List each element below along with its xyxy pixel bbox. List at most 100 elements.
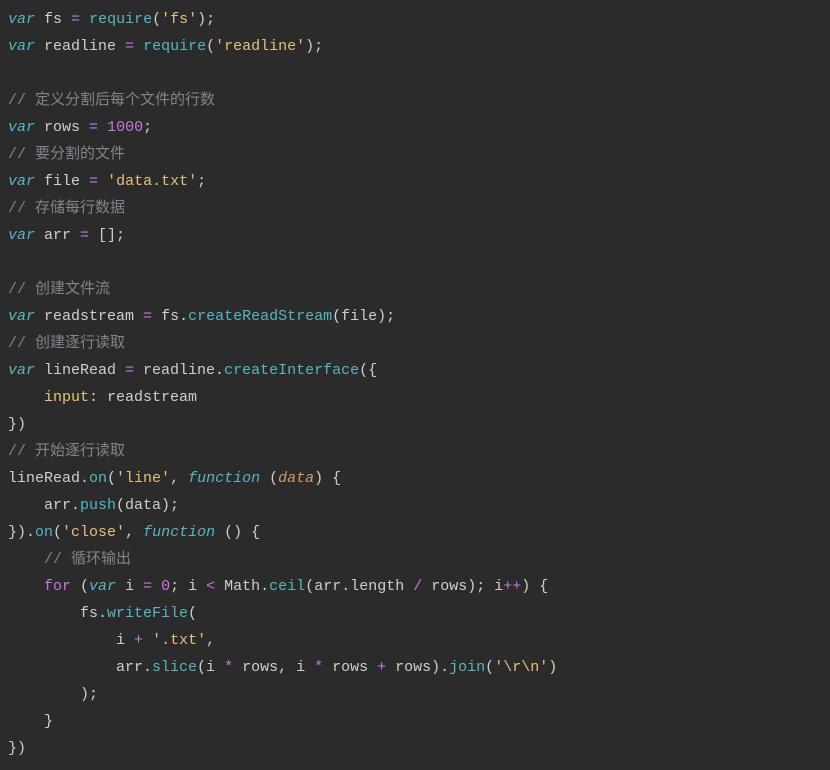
- code-line: );: [8, 686, 98, 703]
- code-line: fs.writeFile(: [8, 605, 197, 622]
- code-token: createReadStream: [188, 308, 332, 325]
- code-token: ,: [206, 632, 215, 649]
- code-token: readstream: [35, 308, 143, 325]
- code-token: rows: [35, 119, 89, 136]
- code-token: (: [206, 38, 215, 55]
- code-token: fs.: [8, 605, 107, 622]
- code-token: (data);: [116, 497, 179, 514]
- code-token: [152, 578, 161, 595]
- code-token: rows, i: [233, 659, 314, 676]
- code-token: );: [305, 38, 323, 55]
- code-token: var: [89, 578, 116, 595]
- code-line: var rows = 1000;: [8, 119, 152, 136]
- code-token: 'line': [116, 470, 170, 487]
- code-token: // 创建文件流: [8, 281, 110, 298]
- code-token: }: [8, 713, 53, 730]
- code-line: var file = 'data.txt';: [8, 173, 206, 190]
- code-token: (: [107, 470, 116, 487]
- code-token: [98, 119, 107, 136]
- code-token: writeFile: [107, 605, 188, 622]
- code-token: var: [8, 227, 35, 244]
- code-token: ;: [197, 173, 206, 190]
- code-token: ;: [143, 119, 152, 136]
- code-line: i + '.txt',: [8, 632, 215, 649]
- code-token: input: [44, 389, 89, 406]
- code-line: }: [8, 713, 53, 730]
- code-line: arr.push(data);: [8, 497, 179, 514]
- code-token: // 开始逐行读取: [8, 443, 125, 460]
- code-token: =: [125, 362, 134, 379]
- code-token: (: [53, 524, 62, 541]
- code-token: readline.: [134, 362, 224, 379]
- code-token: rows); i: [422, 578, 503, 595]
- code-line: // 创建逐行读取: [8, 335, 125, 352]
- code-line: // 创建文件流: [8, 281, 110, 298]
- code-token: [];: [89, 227, 125, 244]
- code-token: i: [8, 632, 134, 649]
- code-line: for (var i = 0; i < Math.ceil(arr.length…: [8, 578, 548, 595]
- code-token: on: [89, 470, 107, 487]
- code-token: [80, 11, 89, 28]
- code-token: (i: [197, 659, 224, 676]
- code-token: *: [224, 659, 233, 676]
- code-token: arr.: [8, 659, 152, 676]
- code-token: =: [143, 578, 152, 595]
- code-token: require: [89, 11, 152, 28]
- code-token: '.txt': [152, 632, 206, 649]
- code-token: i: [116, 578, 143, 595]
- code-token: 'data.txt': [107, 173, 197, 190]
- code-editor[interactable]: var fs = require('fs'); var readline = r…: [0, 0, 830, 768]
- code-token: =: [89, 173, 98, 190]
- code-token: <: [206, 578, 215, 595]
- code-line: arr.slice(i * rows, i * rows + rows).joi…: [8, 659, 557, 676]
- code-token: }): [8, 740, 26, 757]
- code-token: for: [44, 578, 71, 595]
- code-token: fs.: [152, 308, 188, 325]
- code-token: arr: [35, 227, 80, 244]
- code-token: slice: [152, 659, 197, 676]
- code-line: // 循环输出: [8, 551, 131, 568]
- code-token: =: [125, 38, 134, 55]
- code-token: rows).: [386, 659, 449, 676]
- code-token: ++: [503, 578, 521, 595]
- code-token: 'close': [62, 524, 125, 541]
- code-token: push: [80, 497, 116, 514]
- code-line: }): [8, 740, 26, 757]
- code-token: [98, 173, 107, 190]
- code-line: // 定义分割后每个文件的行数: [8, 92, 215, 109]
- code-token: );: [197, 11, 215, 28]
- code-token: 'fs': [161, 11, 197, 28]
- code-token: (: [485, 659, 494, 676]
- code-token: // 循环输出: [44, 551, 131, 568]
- code-token: =: [80, 227, 89, 244]
- code-token: lineRead.: [8, 470, 89, 487]
- code-token: ) {: [314, 470, 341, 487]
- code-token: var: [8, 119, 35, 136]
- code-token: // 存储每行数据: [8, 200, 125, 217]
- code-token: var: [8, 173, 35, 190]
- code-token: 'readline': [215, 38, 305, 55]
- code-token: (file);: [332, 308, 395, 325]
- code-token: createInterface: [224, 362, 359, 379]
- code-token: ceil: [269, 578, 305, 595]
- code-token: // 创建逐行读取: [8, 335, 125, 352]
- code-line: var readline = require('readline');: [8, 38, 323, 55]
- code-token: : readstream: [89, 389, 197, 406]
- code-line: // 开始逐行读取: [8, 443, 125, 460]
- code-token: +: [377, 659, 386, 676]
- code-line: }): [8, 416, 26, 433]
- code-line: var lineRead = readline.createInterface(…: [8, 362, 377, 379]
- code-token: ,: [170, 470, 188, 487]
- code-line: var fs = require('fs');: [8, 11, 215, 28]
- code-token: ,: [125, 524, 143, 541]
- code-token: (: [260, 470, 278, 487]
- code-token: [8, 551, 44, 568]
- code-token: data: [278, 470, 314, 487]
- code-token: lineRead: [35, 362, 125, 379]
- code-token: ) {: [521, 578, 548, 595]
- code-token: }): [8, 416, 26, 433]
- code-token: // 定义分割后每个文件的行数: [8, 92, 215, 109]
- code-line: // 要分割的文件: [8, 146, 125, 163]
- code-token: [143, 632, 152, 649]
- code-token: [8, 389, 44, 406]
